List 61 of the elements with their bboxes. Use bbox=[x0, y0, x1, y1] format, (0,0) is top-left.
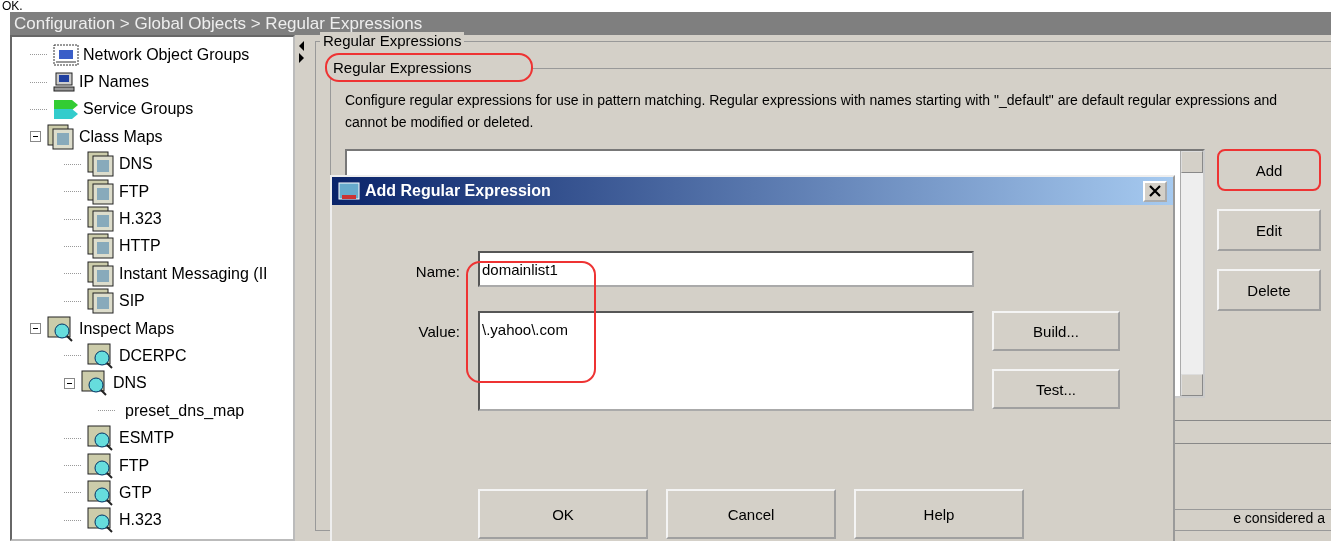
inspect-map-icon bbox=[87, 479, 115, 506]
footer-text: e considered a bbox=[1233, 510, 1325, 526]
tree-item[interactable]: DNS bbox=[119, 155, 153, 174]
service-icon bbox=[53, 98, 79, 121]
description-text: Configure regular expressions for use in pattern matching. Regular expressions with names starting with "_default" are default regular expressions and cannot be modified or deleted. bbox=[345, 91, 1279, 132]
app-icon bbox=[338, 181, 360, 201]
text-area[interactable]: \.yahoo\.com bbox=[478, 311, 974, 411]
caption-text: OK. bbox=[1, 0, 24, 12]
tree-item[interactable]: FTP bbox=[119, 456, 150, 475]
inspect-map-icon bbox=[87, 452, 115, 479]
tree-item[interactable]: DCERPC bbox=[119, 347, 187, 365]
class-map-icon bbox=[47, 123, 75, 150]
inspect-map-icon bbox=[87, 425, 115, 452]
breadcrumb-bar: Configuration > Global Objects > Regular Expressions bbox=[10, 12, 1331, 35]
collapse-icon[interactable] bbox=[30, 323, 41, 335]
side-button[interactable]: Build... bbox=[992, 311, 1120, 351]
class-map-icon bbox=[87, 151, 115, 178]
tree-item[interactable]: Class Maps bbox=[79, 127, 163, 146]
tree-item[interactable]: Network Object Groups bbox=[83, 45, 250, 64]
tree-item[interactable]: FTP bbox=[119, 182, 150, 201]
tree-item[interactable]: Inspect Maps bbox=[79, 319, 175, 338]
close-icon bbox=[1149, 185, 1161, 197]
tree-item[interactable]: HTTP bbox=[119, 237, 161, 256]
group-title: Regular Expressions bbox=[320, 32, 465, 49]
action-button[interactable]: Delete bbox=[1217, 269, 1321, 311]
inspect-map-icon bbox=[81, 370, 109, 397]
action-button[interactable]: Edit bbox=[1217, 209, 1321, 251]
class-map-icon bbox=[87, 288, 115, 315]
inspect-map-icon bbox=[47, 315, 75, 342]
action-button[interactable]: Add bbox=[1217, 149, 1321, 191]
class-map-icon bbox=[87, 206, 115, 233]
inspect-map-icon bbox=[87, 343, 115, 369]
inspect-map-icon bbox=[87, 507, 115, 534]
dialog-button[interactable]: Cancel bbox=[666, 489, 836, 539]
tree-item[interactable]: ESMTP bbox=[119, 429, 175, 448]
class-map-icon bbox=[87, 260, 115, 287]
input-field[interactable]: domainlist1 bbox=[478, 251, 974, 287]
tree-item[interactable]: GTP bbox=[119, 483, 152, 502]
tree-item[interactable]: H.323 bbox=[119, 511, 162, 530]
class-map-icon bbox=[87, 178, 115, 205]
class-map-icon bbox=[87, 233, 115, 260]
side-button[interactable]: Test... bbox=[992, 369, 1120, 409]
computer-icon bbox=[53, 72, 75, 93]
tree-item[interactable]: Service Groups bbox=[83, 100, 194, 119]
network-icon bbox=[53, 43, 79, 66]
tree-item[interactable]: Instant Messaging (II bbox=[119, 264, 268, 283]
collapse-icon[interactable] bbox=[30, 131, 41, 143]
group-title: Regular Expressions bbox=[325, 53, 534, 82]
field-label: Value: bbox=[417, 322, 460, 340]
tree-item[interactable]: SIP bbox=[119, 292, 145, 311]
collapse-icon[interactable] bbox=[64, 377, 75, 389]
tree-item[interactable]: H.323 bbox=[119, 210, 162, 229]
tree-item[interactable]: preset_dns_map bbox=[125, 401, 245, 420]
tree-item[interactable]: IP Names bbox=[79, 73, 149, 92]
close-button[interactable] bbox=[1143, 180, 1167, 202]
dialog-button[interactable]: OK bbox=[478, 489, 648, 539]
dialog-button[interactable]: Help bbox=[854, 489, 1024, 539]
field-label: Name: bbox=[414, 262, 460, 280]
tree-item[interactable]: DNS bbox=[113, 374, 147, 393]
scrollbar[interactable] bbox=[1180, 151, 1203, 396]
dialog-title: Add Regular Expression bbox=[365, 182, 552, 200]
